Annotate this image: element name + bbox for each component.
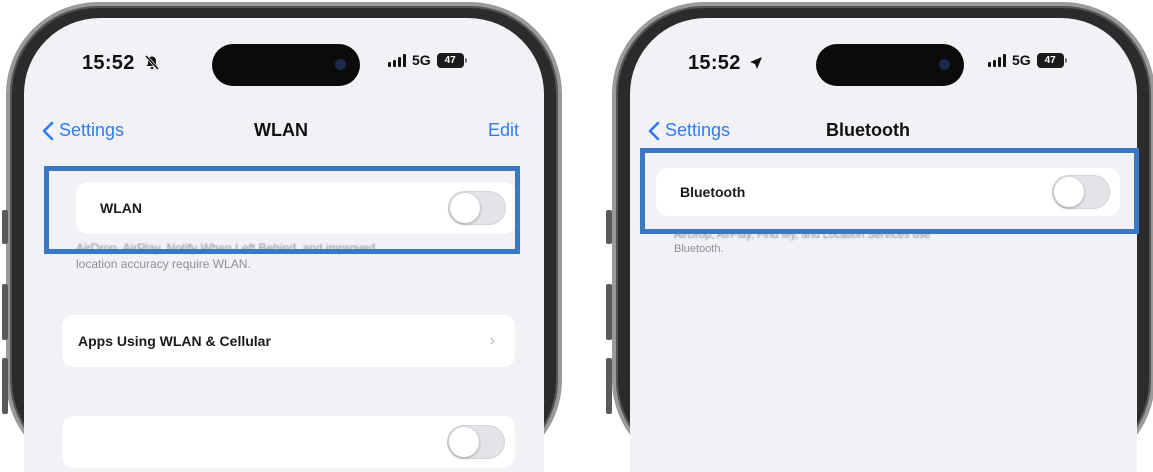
time-text: 15:52: [82, 52, 135, 74]
battery-icon: 47: [436, 52, 467, 68]
back-label: Settings: [59, 120, 125, 140]
dynamic-island: [212, 44, 360, 86]
battery-level: 47: [1044, 54, 1056, 66]
back-button[interactable]: Settings: [648, 120, 730, 141]
phone-wlan: 15:52 5G 47 Settings WLAN Edit WLAN AirD…: [2, 2, 562, 472]
camera-icon: [335, 59, 346, 70]
status-bar-time: 15:52: [688, 52, 763, 75]
battery-icon: 47: [1036, 52, 1067, 68]
bluetooth-highlight-box: [640, 148, 1139, 234]
signal-icon: [388, 53, 406, 67]
volume-down-button: [2, 358, 8, 414]
back-label: Settings: [665, 120, 731, 140]
side-button: [606, 210, 612, 244]
chevron-right-icon: ›: [489, 332, 495, 349]
dynamic-island: [816, 44, 964, 86]
page-title: WLAN: [254, 120, 308, 140]
status-bar-right: 5G 47: [988, 52, 1067, 68]
status-bar-time: 15:52: [82, 52, 160, 75]
side-button: [2, 210, 8, 244]
back-button[interactable]: Settings: [42, 120, 124, 141]
volume-up-button: [606, 284, 612, 340]
camera-icon: [939, 59, 950, 70]
volume-down-button: [606, 358, 612, 414]
apps-using-wlan-row[interactable]: Apps Using WLAN & Cellular ›: [62, 315, 515, 367]
network-type: 5G: [1012, 52, 1031, 68]
chevron-left-icon: [42, 121, 54, 140]
status-bar-right: 5G 47: [388, 52, 467, 68]
signal-icon: [988, 53, 1006, 67]
edit-button[interactable]: Edit: [488, 120, 519, 141]
network-type: 5G: [412, 52, 431, 68]
battery-level: 47: [444, 54, 456, 66]
page-title: Bluetooth: [826, 120, 910, 140]
wlan-highlight-box: [44, 166, 520, 254]
bell-slash-icon: [144, 54, 159, 71]
volume-up-button: [2, 284, 8, 340]
location-arrow-icon: [749, 57, 762, 69]
apps-using-wlan-label: Apps Using WLAN & Cellular: [78, 333, 271, 349]
time-text: 15:52: [688, 52, 741, 74]
footnote-line-2: location accuracy require WLAN.: [76, 257, 251, 271]
toggle-knob: [449, 427, 479, 457]
screen: 15:52 5G 47 Settings Bluetooth Bluetooth…: [630, 18, 1137, 472]
bottom-toggle-row[interactable]: [62, 416, 515, 468]
chevron-left-icon: [648, 121, 660, 140]
footnote-line-2: Bluetooth.: [674, 243, 724, 255]
bottom-toggle[interactable]: [447, 425, 505, 459]
phone-bluetooth: 15:52 5G 47 Settings Bluetooth Bluetooth…: [606, 2, 1153, 472]
